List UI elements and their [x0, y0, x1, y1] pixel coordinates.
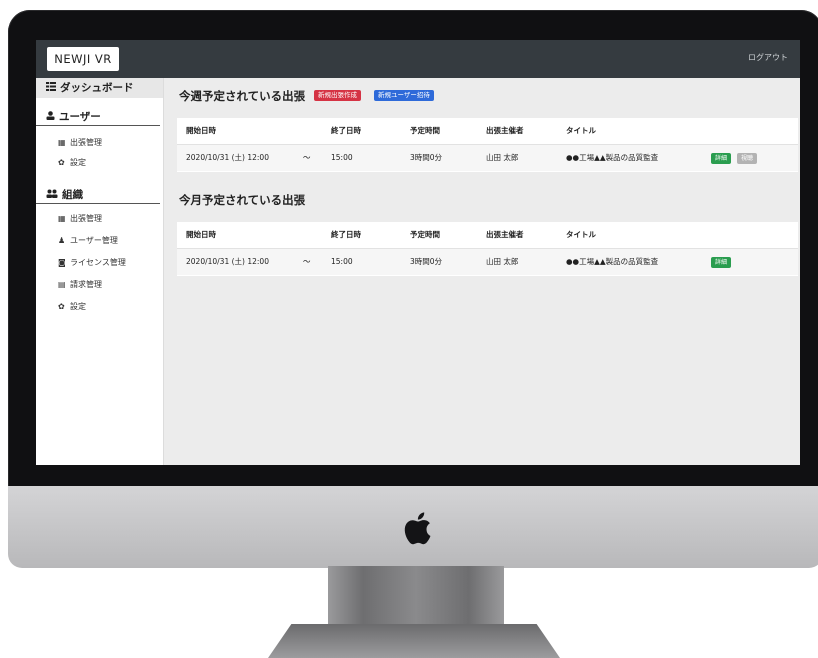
sidebar-item-label: 請求管理: [70, 280, 102, 289]
sidebar-item-label: 出張管理: [70, 214, 102, 223]
column-header: 予定時間: [410, 230, 440, 239]
sidebar-item-org-trips[interactable]: ▦ 出張管理: [58, 212, 102, 226]
monthly-section-title: 今月予定されている出張: [179, 193, 306, 207]
gear-icon: ✿: [58, 302, 65, 311]
sidebar-item-label: 設定: [70, 158, 86, 167]
user-icon: [46, 108, 55, 126]
sidebar-item-dashboard[interactable]: ダッシュボード: [36, 78, 163, 98]
top-navbar: NEWJI VR ログアウト: [36, 40, 800, 78]
logout-link[interactable]: ログアウト: [748, 52, 788, 63]
calendar-icon: ▦: [58, 214, 66, 223]
sidebar-section-user[interactable]: ユーザー: [36, 108, 160, 126]
start-datetime: 2020/10/31 (土) 12:00: [186, 153, 269, 162]
screen: NEWJI VR ログアウト ダッシュボード ユーザー ▦ 出張管理 ✿ 設定 組織…: [36, 40, 800, 465]
grid-icon: [46, 78, 56, 98]
weekly-section-title: 今週予定されている出張: [179, 89, 306, 103]
gear-icon: ✿: [58, 158, 65, 167]
start-datetime: 2020/10/31 (土) 12:00: [186, 257, 269, 266]
sidebar-item-label: ライセンス管理: [70, 258, 126, 267]
column-header: 開始日時: [186, 230, 216, 239]
sidebar-section-label: ユーザー: [59, 111, 101, 123]
column-header: 終了日時: [331, 230, 361, 239]
detail-button[interactable]: 詳細: [711, 257, 732, 268]
column-header: 予定時間: [410, 126, 440, 135]
invoice-icon: ▤: [58, 280, 66, 289]
apple-logo-icon: [404, 512, 431, 545]
main-content: 今週予定されている出張 新規出張作成 新規ユーザー招待 開始日時 終了日時 予定…: [163, 78, 800, 465]
sidebar-section-org[interactable]: 組織: [36, 186, 160, 204]
end-time: 15:00: [331, 153, 353, 162]
monitor-stand-base: [268, 624, 560, 658]
detail-button[interactable]: 詳細: [711, 153, 732, 164]
range-tilde: 〜: [303, 257, 311, 266]
user-manage-icon: ♟: [58, 236, 66, 245]
table-header: 開始日時 終了日時 予定時間 出張主催者 タイトル: [177, 222, 798, 249]
trip-title: ●●工場▲▲製品の品質監査: [566, 153, 659, 162]
column-header: 出張主催者: [486, 230, 524, 239]
column-header: 開始日時: [186, 126, 216, 135]
sidebar-item-org-billing[interactable]: ▤ 請求管理: [58, 278, 102, 292]
organizer: 山田 太郎: [486, 153, 519, 162]
monthly-trips-table: 開始日時 終了日時 予定時間 出張主催者 タイトル 2020/10/31 (土)…: [177, 222, 798, 276]
weekly-trips-table: 開始日時 終了日時 予定時間 出張主催者 タイトル 2020/10/31 (土)…: [177, 118, 798, 172]
sidebar-item-label: ダッシュボード: [60, 82, 134, 94]
sidebar-item-label: 出張管理: [70, 138, 102, 147]
sidebar-item-user-trips[interactable]: ▦ 出張管理: [58, 136, 102, 150]
sidebar-item-org-users[interactable]: ♟ ユーザー管理: [58, 234, 118, 248]
duration: 3時間0分: [410, 257, 443, 266]
end-time: 15:00: [331, 257, 353, 266]
invite-user-button[interactable]: 新規ユーザー招待: [374, 90, 434, 101]
sidebar-item-user-settings[interactable]: ✿ 設定: [58, 156, 86, 170]
sidebar-item-org-licenses[interactable]: ◙ ライセンス管理: [58, 256, 126, 270]
new-trip-button[interactable]: 新規出張作成: [314, 90, 361, 101]
sidebar-section-label: 組織: [62, 189, 83, 201]
users-icon: [46, 186, 58, 204]
table-row: 2020/10/31 (土) 12:00 〜 15:00 3時間0分 山田 太郎…: [177, 145, 798, 171]
brand-logo[interactable]: NEWJI VR: [47, 47, 119, 71]
column-header: タイトル: [566, 230, 596, 239]
view-button[interactable]: 視聴: [737, 153, 758, 164]
duration: 3時間0分: [410, 153, 443, 162]
trip-title: ●●工場▲▲製品の品質監査: [566, 257, 659, 266]
table-header: 開始日時 終了日時 予定時間 出張主催者 タイトル: [177, 118, 798, 145]
organizer: 山田 太郎: [486, 257, 519, 266]
monitor-stand-neck: [328, 566, 504, 630]
camera-icon: ◙: [58, 258, 66, 267]
column-header: 終了日時: [331, 126, 361, 135]
column-header: 出張主催者: [486, 126, 524, 135]
sidebar-item-org-settings[interactable]: ✿ 設定: [58, 300, 86, 314]
calendar-icon: ▦: [58, 138, 66, 147]
sidebar-item-label: ユーザー管理: [70, 236, 118, 245]
column-header: タイトル: [566, 126, 596, 135]
table-row: 2020/10/31 (土) 12:00 〜 15:00 3時間0分 山田 太郎…: [177, 249, 798, 275]
sidebar-item-label: 設定: [70, 302, 86, 311]
range-tilde: 〜: [303, 153, 311, 162]
sidebar: ダッシュボード ユーザー ▦ 出張管理 ✿ 設定 組織 ▦ 出張管理 ♟ ユーザー管理 …: [36, 78, 164, 465]
